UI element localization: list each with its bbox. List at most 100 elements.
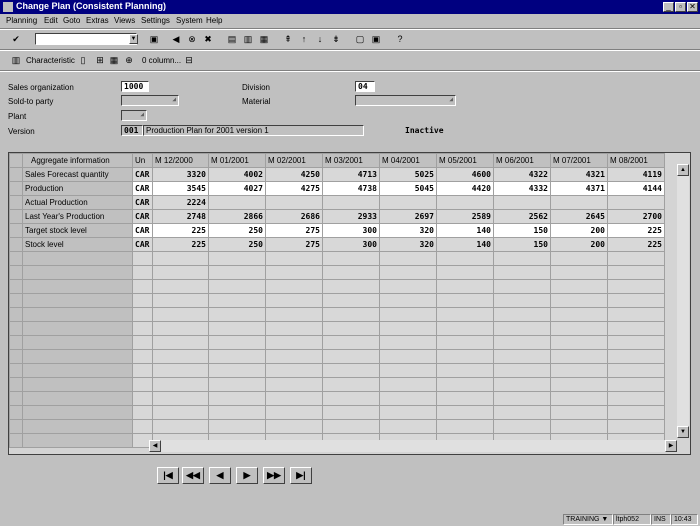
value-cell[interactable]: 250 [208, 223, 266, 238]
help-icon[interactable]: ? [394, 33, 406, 45]
menu-planning[interactable]: Planning [6, 16, 37, 25]
menu-help[interactable]: Help [206, 16, 222, 25]
zoom-icon[interactable]: ⊕ [123, 54, 135, 66]
column-header[interactable]: M 12/2000 [152, 153, 209, 168]
material-field[interactable]: ◢ [355, 95, 456, 106]
value-cell[interactable]: 275 [265, 223, 323, 238]
menu-edit[interactable]: Edit [44, 16, 58, 25]
first-column-button[interactable]: |◀ [157, 467, 179, 484]
next-page-icon[interactable]: ↓ [314, 33, 326, 45]
column-header[interactable]: M 03/2001 [322, 153, 380, 168]
row-selector[interactable] [9, 237, 23, 252]
previous-column-button[interactable]: ◀ [209, 467, 231, 484]
row-selector[interactable] [9, 391, 23, 406]
value-cell[interactable]: 225 [607, 223, 665, 238]
next-column-button[interactable]: ▶ [236, 467, 258, 484]
value-cell[interactable]: 225 [152, 223, 209, 238]
version-field[interactable]: 001 [121, 125, 143, 136]
find-icon[interactable]: ▥ [242, 33, 254, 45]
value-cell[interactable]: 4371 [550, 181, 608, 196]
vertical-scrollbar[interactable]: ▲ ▼ [677, 164, 689, 438]
status-system[interactable]: TRAINING ▼ [563, 514, 613, 525]
layout-icon[interactable]: ⊟ [183, 54, 195, 66]
print-icon[interactable]: ▤ [226, 33, 238, 45]
back-icon[interactable]: ◀ [170, 33, 182, 45]
row-selector[interactable] [9, 167, 23, 182]
row-selector[interactable] [9, 307, 23, 322]
enter-check-icon[interactable]: ✔ [10, 33, 22, 45]
sold-to-field[interactable]: ◢ [121, 95, 179, 106]
row-selector[interactable] [9, 195, 23, 210]
row-selector[interactable] [9, 321, 23, 336]
menu-views[interactable]: Views [114, 16, 135, 25]
value-cell[interactable]: 4332 [493, 181, 551, 196]
first-page-icon[interactable]: ⇞ [282, 33, 294, 45]
close-button[interactable]: ✕ [687, 2, 698, 12]
maximize-button[interactable]: ▫ [675, 2, 686, 12]
row-selector[interactable] [9, 279, 23, 294]
select-all-cell[interactable] [9, 153, 23, 168]
column-header[interactable]: M 04/2001 [379, 153, 437, 168]
row-selector[interactable] [9, 405, 23, 420]
previous-page-button[interactable]: ◀◀ [182, 467, 204, 484]
value-cell[interactable]: 4144 [607, 181, 665, 196]
menu-settings[interactable]: Settings [141, 16, 170, 25]
scroll-right-icon[interactable]: ▶ [665, 440, 677, 452]
menu-system[interactable]: System [176, 16, 203, 25]
row-selector[interactable] [9, 251, 23, 266]
menu-goto[interactable]: Goto [63, 16, 80, 25]
column-header[interactable]: M 06/2001 [493, 153, 551, 168]
command-field[interactable] [35, 33, 137, 45]
row-selector[interactable] [9, 209, 23, 224]
table-icon[interactable]: ▦ [108, 54, 120, 66]
division-field[interactable]: 04 [355, 81, 375, 92]
column-header[interactable]: Aggregate information [22, 153, 133, 168]
document-icon[interactable]: ▯ [77, 54, 89, 66]
sales-org-field[interactable]: 1000 [121, 81, 149, 92]
columns-button[interactable]: 0 column... [142, 56, 181, 65]
row-selector[interactable] [9, 363, 23, 378]
value-cell[interactable]: 320 [379, 223, 437, 238]
row-selector[interactable] [9, 265, 23, 280]
column-header[interactable]: M 01/2001 [208, 153, 266, 168]
characteristic-icon[interactable]: ▥ [10, 54, 22, 66]
find-next-icon[interactable]: ▦ [258, 33, 270, 45]
row-selector[interactable] [9, 433, 23, 448]
previous-page-icon[interactable]: ↑ [298, 33, 310, 45]
value-cell[interactable]: 3545 [152, 181, 209, 196]
value-cell[interactable]: 5045 [379, 181, 437, 196]
value-cell[interactable]: 300 [322, 223, 380, 238]
row-selector[interactable] [9, 223, 23, 238]
column-header[interactable]: M 07/2001 [550, 153, 608, 168]
scroll-up-icon[interactable]: ▲ [677, 164, 689, 176]
save-icon[interactable]: ▣ [148, 33, 160, 45]
horizontal-scrollbar[interactable]: ◀ ▶ [149, 440, 677, 452]
column-header[interactable]: M 08/2001 [607, 153, 665, 168]
column-header[interactable]: M 05/2001 [436, 153, 494, 168]
plant-field[interactable]: ◢ [121, 110, 147, 121]
row-selector[interactable] [9, 181, 23, 196]
row-selector[interactable] [9, 335, 23, 350]
scroll-left-icon[interactable]: ◀ [149, 440, 161, 452]
scroll-down-icon[interactable]: ▼ [677, 426, 689, 438]
last-page-icon[interactable]: ⇟ [330, 33, 342, 45]
value-cell[interactable]: 4738 [322, 181, 380, 196]
next-page-button[interactable]: ▶▶ [263, 467, 285, 484]
column-header[interactable]: M 02/2001 [265, 153, 323, 168]
row-selector[interactable] [9, 377, 23, 392]
cancel-icon[interactable]: ✖ [202, 33, 214, 45]
exit-icon[interactable]: ⊗ [186, 33, 198, 45]
row-selector[interactable] [9, 349, 23, 364]
value-cell[interactable]: 140 [436, 223, 494, 238]
menu-extras[interactable]: Extras [86, 16, 109, 25]
row-selector[interactable] [9, 419, 23, 434]
value-cell[interactable]: 4275 [265, 181, 323, 196]
value-cell[interactable]: 200 [550, 223, 608, 238]
command-dropdown-icon[interactable]: ▼ [129, 34, 138, 44]
shortcut-icon[interactable]: ▣ [370, 33, 382, 45]
column-header[interactable]: Un [132, 153, 153, 168]
new-session-icon[interactable]: ▢ [354, 33, 366, 45]
minimize-button[interactable]: _ [663, 2, 674, 12]
value-cell[interactable]: 4027 [208, 181, 266, 196]
value-cell[interactable]: 4420 [436, 181, 494, 196]
